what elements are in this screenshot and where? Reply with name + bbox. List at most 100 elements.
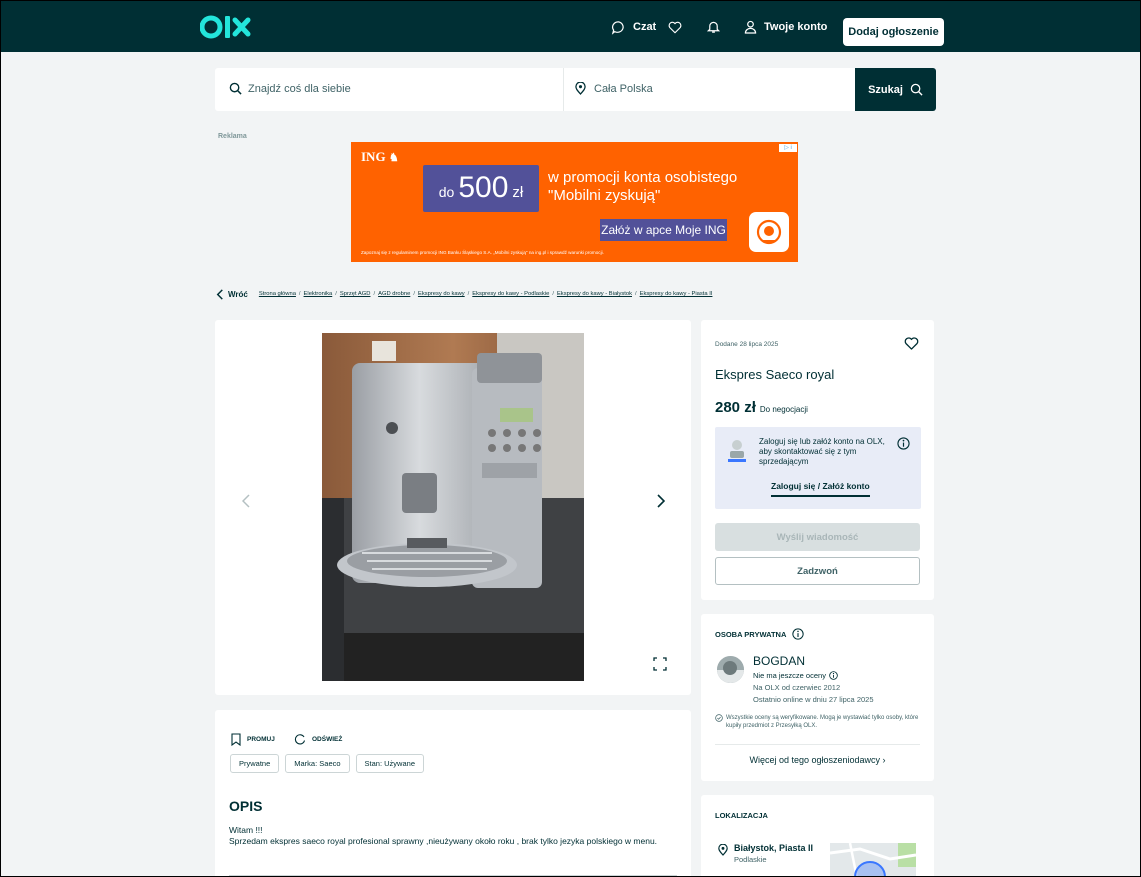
seller-rating-text: Nie ma jeszcze oceny bbox=[753, 671, 826, 680]
listing-summary-card: Dodane 28 lipca 2025 Ekspres Saeco royal… bbox=[701, 320, 934, 600]
breadcrumb-item[interactable]: AGD drobne bbox=[378, 291, 410, 297]
member-since: Na OLX od czerwiec 2012 bbox=[753, 683, 841, 692]
avatar bbox=[717, 656, 744, 683]
gallery-prev-button[interactable] bbox=[235, 490, 257, 512]
refresh-label: ODŚWIEŻ bbox=[312, 735, 343, 743]
negotiable-label: Do negocjacji bbox=[759, 405, 808, 414]
ad-amount: 500 bbox=[458, 171, 509, 204]
promote-label: PROMUJ bbox=[247, 736, 275, 743]
account-link[interactable]: Twoje konto bbox=[744, 18, 827, 36]
breadcrumb-item[interactable]: Strona główna bbox=[259, 291, 296, 297]
ad-amount-box: do 500 zł bbox=[423, 165, 539, 212]
product-photo[interactable] bbox=[322, 333, 584, 681]
search-icon bbox=[229, 82, 242, 95]
tag: Stan: Używane bbox=[355, 754, 424, 773]
ad-legal-text: Zapoznaj się z regulaminem promocji ING … bbox=[361, 250, 604, 255]
description-card: PROMUJ ODŚWIEŻ Prywatne Marka: Saeco Sta… bbox=[215, 710, 691, 877]
send-message-button[interactable]: Wyślij wiadomość bbox=[715, 523, 920, 551]
location-pin-icon bbox=[575, 82, 586, 95]
location-value: Cała Polska bbox=[594, 82, 653, 95]
chevron-left-icon bbox=[216, 288, 223, 300]
divider bbox=[715, 744, 920, 745]
price-value: 280 zł bbox=[715, 399, 756, 416]
breadcrumb-separator: / bbox=[298, 291, 301, 297]
seller-name[interactable]: BOGDAN bbox=[753, 654, 805, 668]
search-button-label: Szukaj bbox=[868, 83, 903, 96]
info-icon[interactable] bbox=[897, 437, 910, 450]
breadcrumb-item[interactable]: Ekspresy do kawy bbox=[418, 291, 465, 297]
description-body: Sprzedam ekspres saeco royal profesional… bbox=[229, 836, 658, 846]
listing-title: Ekspres Saeco royal bbox=[715, 367, 835, 382]
breadcrumb-item[interactable]: Sprzęt AGD bbox=[340, 291, 371, 297]
seller-rating: Nie ma jeszcze oceny bbox=[753, 671, 838, 680]
breadcrumb-separator: / bbox=[635, 291, 637, 297]
search-bar: Znajdź coś dla siebie Cała Polska bbox=[215, 68, 855, 111]
user-icon bbox=[744, 20, 757, 34]
breadcrumb-item[interactable]: Ekspresy do kawy - Piasta II bbox=[640, 291, 713, 297]
description-text: Witam !!! Sprzedam ekspres saeco royal p… bbox=[229, 825, 681, 847]
chat-bubble-icon bbox=[611, 20, 624, 35]
search-input[interactable]: Znajdź coś dla siebie bbox=[229, 82, 351, 95]
avatar-image bbox=[717, 656, 744, 683]
ad-brand-text: ING bbox=[361, 149, 386, 164]
chat-label: Czat bbox=[633, 21, 657, 33]
favorites-link[interactable] bbox=[668, 18, 682, 36]
ad-amount-currency: zł bbox=[512, 184, 524, 201]
location-map[interactable] bbox=[830, 843, 916, 877]
breadcrumb-separator: / bbox=[467, 291, 470, 297]
divider bbox=[229, 875, 677, 876]
location-region: Podlaskie bbox=[734, 855, 767, 864]
adchoices-icon[interactable]: ▷ i bbox=[779, 144, 797, 152]
breadcrumb-item[interactable]: Elektronika bbox=[304, 291, 333, 297]
seller-type-heading: OSOBA PRYWATNA bbox=[715, 628, 805, 640]
breadcrumb-item[interactable]: Ekspresy do kawy - Podlaskie bbox=[472, 291, 549, 297]
heart-icon bbox=[668, 21, 682, 33]
advertisement-banner[interactable]: ING ♞ ▷ i do 500 zł w promocji konta oso… bbox=[351, 142, 798, 262]
add-listing-button[interactable]: Dodaj ogłoszenie bbox=[843, 18, 944, 46]
search-button[interactable]: Szukaj bbox=[855, 68, 936, 111]
last-online: Ostatnio online w dniu 27 lipca 2025 bbox=[753, 695, 874, 704]
heart-icon[interactable] bbox=[904, 337, 919, 350]
notifications-link[interactable] bbox=[707, 18, 720, 36]
description-heading: OPIS bbox=[229, 798, 263, 814]
seller-card: OSOBA PRYWATNA BOGDAN Nie ma jeszcze oce… bbox=[701, 614, 934, 781]
bell-icon bbox=[707, 21, 720, 33]
breadcrumb: Wróć Strona główna / Elektronika / Sprzęt … bbox=[216, 287, 712, 301]
promote-button[interactable]: PROMUJ bbox=[231, 733, 275, 746]
check-circle-icon bbox=[715, 714, 723, 722]
chevron-left-icon bbox=[242, 494, 250, 508]
olx-logo[interactable] bbox=[200, 12, 256, 42]
tag: Marka: Saeco bbox=[285, 754, 350, 773]
user-illustration-icon bbox=[728, 440, 746, 462]
ad-brand: ING ♞ bbox=[361, 149, 399, 165]
refresh-icon bbox=[294, 734, 306, 745]
login-register-link[interactable]: Zaloguj się / Załóż konto bbox=[771, 481, 870, 497]
login-prompt-box: Zaloguj się lub załóż konto na OLX, aby … bbox=[715, 427, 921, 509]
listing-tags: Prywatne Marka: Saeco Stan: Używane bbox=[230, 754, 424, 773]
added-date: Dodane 28 lipca 2025 bbox=[715, 341, 779, 348]
location-heading: LOKALIZACJA bbox=[715, 811, 768, 820]
verified-note-text: Wszystkie oceny są weryfikowane. Mogą je… bbox=[726, 715, 919, 729]
location-input[interactable]: Cała Polska bbox=[575, 82, 653, 95]
info-icon[interactable] bbox=[829, 671, 838, 680]
call-button[interactable]: Zadzwoń bbox=[715, 557, 920, 585]
description-greeting: Witam !!! bbox=[229, 825, 263, 835]
photo-gallery bbox=[215, 320, 691, 695]
lion-glyph: ♞ bbox=[388, 152, 399, 164]
lion-icon bbox=[756, 219, 782, 245]
location-pin-icon bbox=[718, 844, 728, 856]
account-label: Twoje konto bbox=[764, 21, 828, 33]
back-link[interactable]: Wróć bbox=[216, 288, 248, 300]
expand-icon[interactable] bbox=[652, 656, 668, 672]
chat-link[interactable]: Czat bbox=[611, 18, 656, 36]
ad-amount-prefix: do bbox=[438, 184, 455, 200]
info-icon[interactable] bbox=[792, 628, 805, 640]
location-card: LOKALIZACJA Białystok, Piasta II Podlask… bbox=[701, 795, 934, 877]
refresh-button[interactable]: ODŚWIEŻ bbox=[294, 733, 342, 745]
ad-cta-button[interactable]: Załóż w apce Moje ING bbox=[600, 219, 727, 241]
more-from-seller-link[interactable]: Więcej od tego ogłoszeniodawcy › bbox=[701, 755, 934, 765]
gallery-next-button[interactable] bbox=[650, 490, 672, 512]
seller-type-label: OSOBA PRYWATNA bbox=[715, 629, 787, 639]
breadcrumb-item[interactable]: Ekspresy do kawy - Białystok bbox=[557, 291, 632, 297]
tag: Prywatne bbox=[230, 754, 280, 773]
